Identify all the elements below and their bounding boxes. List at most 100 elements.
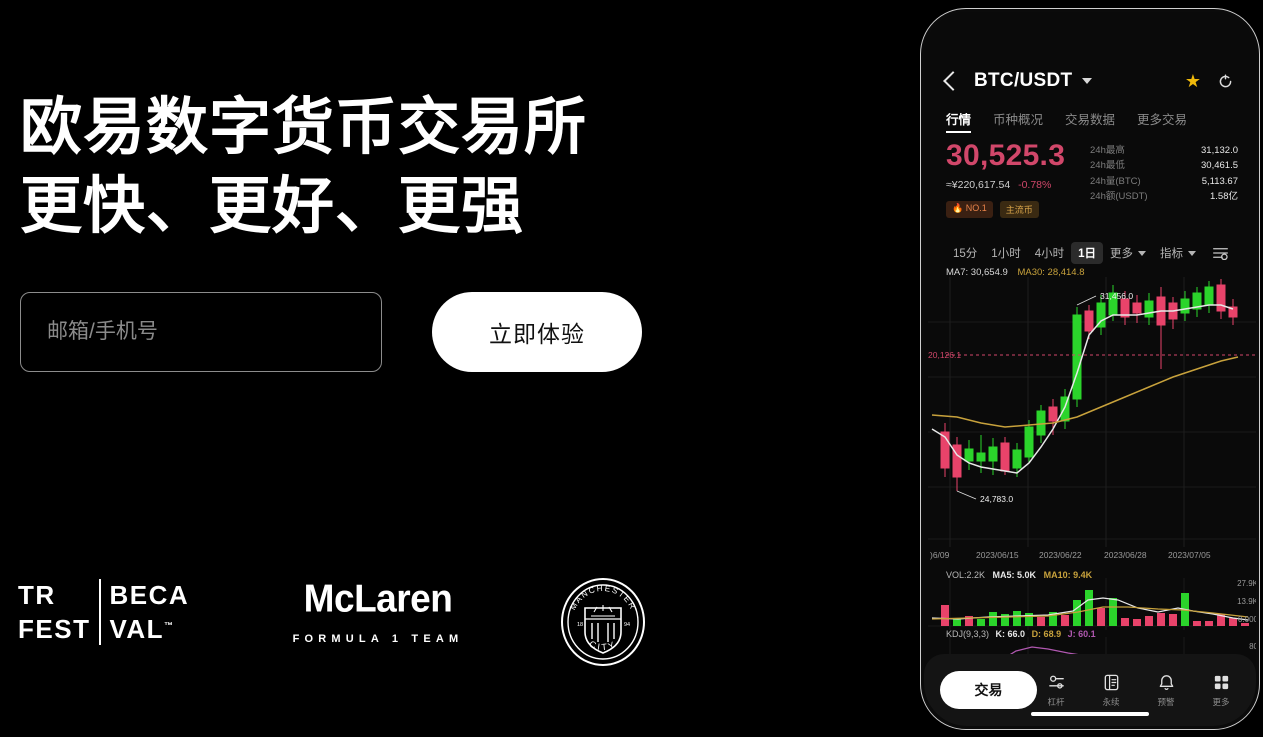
stat-label: 24h最低 [1090,160,1125,172]
nav-label: 永续 [1102,696,1120,707]
mclaren-wordmark: McLaren [303,576,453,621]
stat-value: 31,132.0 [1201,145,1238,156]
status-badge-main: 主流币 [999,200,1039,218]
high-marker-label: 31,456.0 [1100,291,1133,301]
chevron-down-icon [1138,251,1147,257]
app-header: BTC/USDT ★ [924,64,1256,98]
nav-item-alert[interactable]: 预警 [1147,673,1185,708]
timeframe-more-dropdown[interactable]: 更多 [1103,242,1153,264]
indicator-dropdown[interactable]: 指标 [1153,242,1203,264]
timeframe-1d[interactable]: 1日 [1071,242,1104,264]
mclaren-sub-label: FORMULA 1 TEAM [292,633,464,645]
low-marker: 24,783.0 [956,490,1013,504]
tab-more-trade[interactable]: 更多交易 [1137,109,1187,133]
fiat-price: ≈¥220,617.54 [946,178,1011,191]
tab-trade-data[interactable]: 交易数据 [1065,109,1115,133]
low-marker-label: 24,783.0 [980,494,1013,504]
volume-axis-labels: 27.9K 13.9K 0.000 [1237,579,1256,624]
badge-row: 🔥 NO.1 主流币 [946,200,1065,218]
get-started-button[interactable]: 立即体验 [432,292,642,372]
price-line-label: 20,126.1 [928,350,961,360]
vol-tick: 0.000 [1238,615,1256,624]
refresh-icon[interactable] [1217,73,1234,90]
nav-item-more[interactable]: 更多 [1202,673,1240,708]
timeframe-toolbar: 15分 1小时 4小时 1日 更多 指标 [924,242,1256,264]
manchester-city-logo: MANCHESTER CITY 18 94 [558,578,658,666]
stat-row: 24h最高 31,132.0 [1090,143,1238,158]
last-price: 30,525.3 [946,139,1066,172]
bottom-nav: 交易 杠杆 永续 预警 更多 [924,654,1256,726]
svg-text:18: 18 [577,622,583,628]
hero-panel: 欧易数字货币交易所 更快、更好、更强 立即体验 TR BECA FEST VAL… [0,0,900,737]
grid-icon [1202,673,1240,692]
status-badge-no1: 🔥 NO.1 [946,200,993,218]
vol-tick: 27.9K [1237,579,1256,588]
chevron-down-icon[interactable] [1082,78,1093,84]
man-city-crest-icon: MANCHESTER CITY 18 94 [561,578,645,666]
timeframe-1h[interactable]: 1小时 [984,242,1027,264]
tab-market[interactable]: 行情 [946,109,972,133]
stat-label: 24h最高 [1090,145,1125,156]
page-title: 欧易数字货币交易所 更快、更好、更强 [20,88,587,247]
svg-text:94: 94 [624,622,630,628]
date-tick: 2023/07/05 [1168,550,1211,560]
star-icon[interactable]: ★ [1185,72,1201,90]
chart-settings-icon[interactable] [1212,246,1229,260]
headline-line-2: 更快、更好、更强 [20,172,525,242]
nav-item-leverage[interactable]: 杠杆 [1037,673,1075,708]
kdj-tick: 80 [1249,642,1256,651]
perpetual-doc-icon [1092,673,1130,692]
trading-pair-label[interactable]: BTC/USDT [974,70,1072,92]
tribeca-festival-logo: TR BECA FEST VAL™ [18,578,188,666]
okx-landing-page: 欧易数字货币交易所 更快、更好、更强 立即体验 TR BECA FEST VAL… [0,0,1263,737]
more-label: 更多 [1110,248,1134,260]
home-indicator [1031,712,1149,716]
date-axis: )6/09 2023/06/15 2023/06/22 2023/06/28 2… [924,550,1256,564]
ma30-line [931,356,1239,428]
timeframe-15m[interactable]: 15分 [946,242,984,264]
price-block: 30,525.3 ≈¥220,617.54 -0.78% 🔥 NO.1 主流币 [946,140,1065,218]
email-phone-input[interactable] [20,292,382,372]
date-tick: 2023/06/15 [976,550,1019,560]
phone-screen: BTC/USDT ★ 行情 币种概况 交易数据 更多交易 30,525.3 ≈¥… [924,12,1256,726]
sponsor-logos: TR BECA FEST VAL™ McLaren FORMULA 1 TEAM [18,576,658,668]
date-tick: )6/09 [930,550,950,560]
stat-row: 24h最低 30,461.5 [1090,158,1238,173]
tab-overview[interactable]: 币种概况 [993,109,1043,133]
stat-label: 24h额(USDT) [1090,191,1148,203]
tribeca-word-2: BECA [109,580,190,610]
timeframe-4h[interactable]: 4小时 [1028,242,1071,264]
ma7-line [931,304,1234,474]
nav-label: 预警 [1157,696,1175,707]
stat-value: 30,461.5 [1201,160,1238,172]
trade-button[interactable]: 交易 [940,671,1037,709]
chevron-down-icon [1188,251,1197,257]
mclaren-f1-logo: McLaren FORMULA 1 TEAM [263,576,493,666]
candlestick-chart[interactable]: 31,456.0 24,783.0 20,126.1 [928,277,1256,547]
tribeca-word-1: TR [18,580,56,610]
stat-label: 24h量(BTC) [1090,175,1141,187]
market-stats: 24h最高 31,132.0 24h最低 30,461.5 24h量(BTC) … [1090,143,1238,205]
nav-item-perpetual[interactable]: 永续 [1092,673,1130,708]
signup-form: 立即体验 [20,292,642,372]
date-tick: 2023/06/28 [1104,550,1147,560]
date-tick: 2023/06/22 [1039,550,1082,560]
price-line-marker: 20,126.1 [928,350,1256,360]
headline-line-1: 欧易数字货币交易所 [20,93,588,162]
stat-value: 1.58亿 [1210,191,1238,203]
change-percent: -0.78% [1018,178,1052,191]
section-tabs: 行情 币种概况 交易数据 更多交易 [924,109,1256,133]
nav-label: 更多 [1212,696,1230,707]
tribeca-trademark: ™ [164,620,175,631]
svg-text:CITY: CITY [588,639,618,652]
leverage-icon [1037,673,1075,692]
stat-row: 24h量(BTC) 5,113.67 [1090,174,1238,189]
tribeca-word-4: VAL™ [109,614,175,645]
candle-series [940,279,1238,491]
price-secondary: ≈¥220,617.54 -0.78% [946,179,1065,191]
vol-tick: 13.9K [1237,597,1256,606]
tribeca-divider [99,579,102,646]
chevron-left-icon[interactable] [943,71,963,91]
bell-icon [1147,673,1185,692]
volume-chart[interactable]: 27.9K 13.9K 0.000 [928,578,1256,630]
